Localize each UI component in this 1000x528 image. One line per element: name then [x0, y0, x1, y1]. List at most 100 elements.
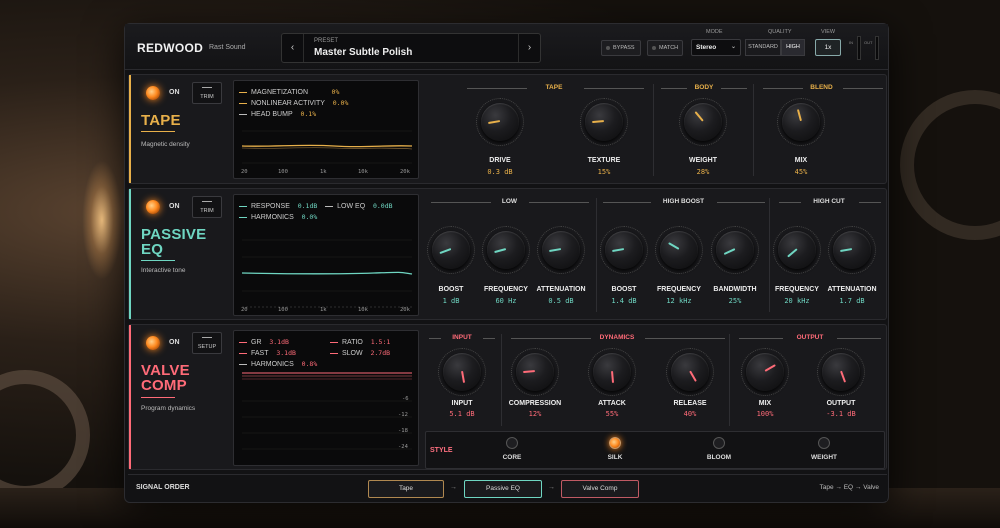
eq-module: ON TRIM PASSIVE EQ Interactive tone RESP…	[128, 188, 887, 320]
comp-mix-knob[interactable]	[741, 348, 789, 396]
comp-axis-24: -24	[398, 444, 408, 450]
eq-axis-20: 20	[241, 307, 248, 313]
eq-high-boost-knob[interactable]	[600, 226, 648, 274]
tape-weight-value: 28%	[696, 168, 710, 176]
tape-axis-100: 100	[278, 169, 288, 175]
tape-group-line	[661, 88, 687, 89]
comp-subtitle: Program dynamics	[141, 405, 196, 412]
tape-axis-10k: 10k	[358, 169, 368, 175]
comp-on-label: ON	[169, 339, 180, 346]
tape-texture-knob[interactable]	[580, 98, 628, 146]
bypass-label: BYPASS	[613, 45, 635, 51]
comp-title-underline	[141, 397, 175, 398]
tape-weight-knob[interactable]	[679, 98, 727, 146]
background-tape-reel	[0, 370, 90, 500]
eq-bandwidth-value: 25%	[728, 297, 742, 305]
mode-select[interactable]: Stereo ⌄	[691, 39, 741, 56]
comp-title-line1: VALVE	[141, 362, 190, 379]
eq-group-line	[859, 202, 881, 203]
eq-low-frequency-knob[interactable]	[482, 226, 530, 274]
eq-bandwidth-label: BANDWIDTH	[713, 286, 757, 293]
preset-prev-button[interactable]: ‹	[282, 34, 304, 62]
eq-low-attenuation-knob[interactable]	[537, 226, 585, 274]
style-weight-label: WEIGHT	[811, 454, 837, 461]
comp-group-line	[511, 338, 591, 339]
header-bar: REDWOOD Rast Sound ‹ PRESET Master Subtl…	[125, 24, 888, 70]
eq-title-line1: PASSIVE	[141, 226, 207, 243]
eq-divider	[596, 198, 597, 312]
output-meter	[875, 36, 879, 60]
style-silk-radio[interactable]	[609, 437, 621, 449]
background-candle-glow	[82, 160, 122, 280]
eq-response-curve	[241, 239, 413, 308]
tape-drive-knob[interactable]	[476, 98, 524, 146]
style-weight-radio[interactable]	[818, 437, 830, 449]
tape-trim-button[interactable]: TRIM	[192, 82, 222, 104]
comp-attack-knob[interactable]	[588, 348, 636, 396]
eq-highcut-frequency-knob[interactable]	[773, 226, 821, 274]
comp-accent-stripe	[129, 325, 131, 469]
comp-display: GR 3.1dB RATIO 1.5:1 FAST 3.1dB SLOW 2.7…	[233, 330, 419, 466]
comp-on-led-icon[interactable]	[146, 336, 160, 350]
eq-low-attenuation-label: ATTENUATION	[536, 286, 586, 293]
tape-drive-label: DRIVE	[489, 157, 511, 164]
eq-highcut-attenuation-label: ATTENUATION	[827, 286, 877, 293]
eq-axis-20k: 20k	[400, 307, 410, 313]
preset-name[interactable]: Master Subtle Polish	[314, 47, 412, 58]
chain-tape-button[interactable]: Tape	[368, 480, 444, 498]
tape-mix-label: MIX	[794, 157, 808, 164]
style-bloom-radio[interactable]	[713, 437, 725, 449]
eq-display: RESPONSE 0.1dB LOW EQ 0.0dB HARMONICS 0.…	[233, 194, 419, 316]
match-button[interactable]: MATCH	[647, 40, 683, 56]
input-meter	[857, 36, 861, 60]
comp-compression-knob[interactable]	[511, 348, 559, 396]
preset-selector[interactable]: ‹ PRESET Master Subtle Polish ›	[281, 33, 541, 63]
style-core-label: CORE	[502, 454, 522, 461]
bypass-button[interactable]: BYPASS	[601, 40, 641, 56]
eq-group-line	[431, 202, 491, 203]
preset-next-button[interactable]: ›	[518, 34, 540, 62]
eq-accent-stripe	[129, 189, 131, 319]
tape-mix-knob[interactable]	[777, 98, 825, 146]
comp-setup-button[interactable]: SETUP	[192, 332, 222, 354]
chain-eq-button[interactable]: Passive EQ	[464, 480, 542, 498]
view-scale-button[interactable]: 1x	[815, 39, 841, 56]
tape-texture-value: 15%	[597, 168, 611, 176]
comp-output-knob[interactable]	[817, 348, 865, 396]
tape-axis-1k: 1k	[320, 169, 327, 175]
quality-label: QUALITY	[768, 29, 792, 35]
eq-high-frequency-knob[interactable]	[655, 226, 703, 274]
style-core-radio[interactable]	[506, 437, 518, 449]
comp-attack-value: 55%	[605, 410, 619, 418]
eq-highcut-attenuation-knob[interactable]	[828, 226, 876, 274]
eq-subtitle: Interactive tone	[141, 267, 186, 274]
eq-low-boost-knob[interactable]	[427, 226, 475, 274]
comp-group-line	[739, 338, 783, 339]
style-label: STYLE	[430, 447, 453, 454]
tape-subtitle: Magnetic density	[141, 141, 190, 148]
tape-on-led-icon[interactable]	[146, 86, 160, 100]
comp-mix-label: MIX	[758, 400, 772, 407]
eq-divider	[769, 198, 770, 312]
comp-input-value: 5.1 dB	[449, 410, 475, 418]
signal-order-bar: SIGNAL ORDER Tape → Passive EQ → Valve C…	[128, 474, 887, 501]
quality-high-button[interactable]: HIGH	[781, 39, 805, 56]
chevron-down-icon: ⌄	[730, 44, 736, 50]
tape-group-line	[763, 88, 803, 89]
comp-release-knob[interactable]	[666, 348, 714, 396]
tape-axis-20k: 20k	[400, 169, 410, 175]
eq-bandwidth-knob[interactable]	[711, 226, 759, 274]
comp-release-label: RELEASE	[673, 400, 707, 407]
tape-axis-20: 20	[241, 169, 248, 175]
chain-arrow-icon: →	[548, 484, 555, 491]
view-label: VIEW	[821, 29, 836, 35]
comp-input-knob[interactable]	[438, 348, 486, 396]
quality-standard-button[interactable]: STANDARD	[745, 39, 781, 56]
comp-group-line	[645, 338, 725, 339]
tape-group-line	[467, 88, 527, 89]
tape-group-line	[843, 88, 883, 89]
eq-on-led-icon[interactable]	[146, 200, 160, 214]
eq-trim-button[interactable]: TRIM	[192, 196, 222, 218]
eq-group-line	[779, 202, 801, 203]
chain-comp-button[interactable]: Valve Comp	[561, 480, 639, 498]
